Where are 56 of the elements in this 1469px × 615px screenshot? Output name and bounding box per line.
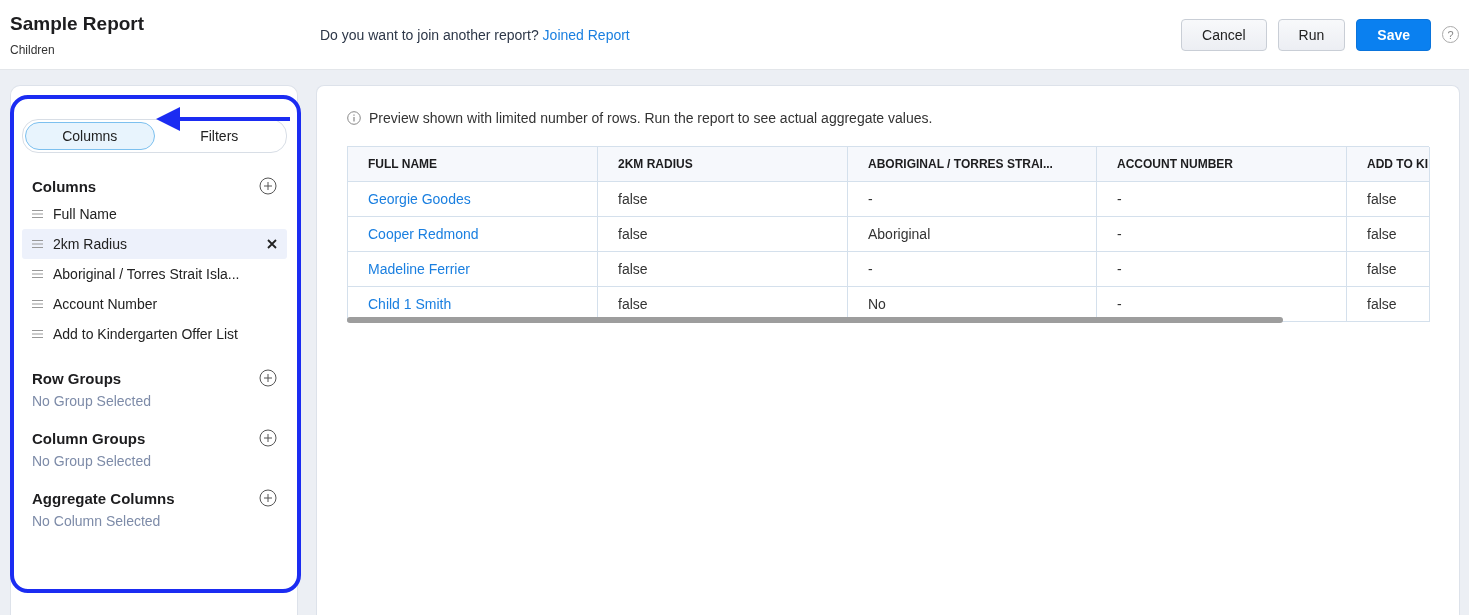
table-cell: false bbox=[1347, 182, 1430, 217]
info-icon bbox=[347, 111, 361, 125]
add-icon[interactable] bbox=[259, 429, 277, 447]
table-cell: false bbox=[1347, 252, 1430, 287]
name-link[interactable]: Georgie Goodes bbox=[368, 191, 471, 207]
report-title: Sample Report bbox=[10, 12, 146, 35]
name-link[interactable]: Madeline Ferrier bbox=[368, 261, 470, 277]
add-icon[interactable] bbox=[259, 369, 277, 387]
column-item[interactable]: Account Number bbox=[22, 289, 287, 319]
column-header: ADD TO KI bbox=[1347, 147, 1430, 182]
drag-handle-icon[interactable] bbox=[32, 240, 43, 248]
table-cell: false bbox=[598, 252, 848, 287]
table-cell: false bbox=[1347, 287, 1430, 322]
empty-state-text: No Group Selected bbox=[31, 393, 153, 409]
tab[interactable]: Filters bbox=[154, 122, 284, 150]
section-title: Row Groups bbox=[32, 369, 122, 387]
table-cell: - bbox=[1097, 182, 1347, 217]
name-link[interactable]: Cooper Redmond bbox=[368, 226, 479, 242]
table-cell: false bbox=[598, 217, 848, 252]
action-button[interactable]: Run bbox=[1277, 18, 1346, 51]
joined-report-link[interactable]: Joined Report bbox=[542, 26, 630, 43]
scrollbar[interactable] bbox=[347, 317, 1283, 323]
join-prompt: Do you want to join another report? Joined Report bbox=[320, 26, 631, 43]
table-cell: false bbox=[598, 182, 848, 217]
column-item[interactable]: Add to Kindergarten Offer List bbox=[22, 319, 287, 349]
empty-state-text: No Group Selected bbox=[31, 453, 153, 469]
drag-handle-icon[interactable] bbox=[32, 300, 43, 308]
drag-handle-icon[interactable] bbox=[32, 210, 43, 218]
drag-handle-icon[interactable] bbox=[32, 270, 43, 278]
save-button[interactable]: Save bbox=[1356, 18, 1431, 51]
tab[interactable]: Columns bbox=[25, 122, 155, 150]
name-link[interactable]: Child 1 Smith bbox=[368, 296, 452, 312]
preview-notice: Preview shown with limited number of rows. Run the report to see actual aggregate values. bbox=[369, 110, 933, 126]
add-icon[interactable] bbox=[259, 177, 277, 195]
column-item[interactable]: Full Name bbox=[22, 199, 287, 229]
section-title: Columns bbox=[32, 177, 97, 195]
table-cell: - bbox=[848, 252, 1097, 287]
table-cell: - bbox=[1097, 252, 1347, 287]
table-cell: - bbox=[848, 182, 1097, 217]
action-button[interactable]: Cancel bbox=[1181, 18, 1267, 51]
table-cell: - bbox=[1097, 217, 1347, 252]
report-subtitle: Children bbox=[10, 42, 56, 57]
drag-handle-icon[interactable] bbox=[32, 330, 43, 338]
section-title: Aggregate Columns bbox=[32, 489, 175, 507]
column-header: FULL NAME bbox=[348, 147, 598, 182]
section-title: Column Groups bbox=[32, 429, 146, 447]
close-icon[interactable] bbox=[267, 239, 277, 249]
empty-state-text: No Column Selected bbox=[31, 513, 162, 529]
column-header: ABORIGINAL / TORRES STRAI... bbox=[848, 147, 1097, 182]
add-icon[interactable] bbox=[259, 489, 277, 507]
column-header: 2KM RADIUS bbox=[598, 147, 848, 182]
column-header: ACCOUNT NUMBER bbox=[1097, 147, 1347, 182]
table-cell: Aboriginal bbox=[848, 217, 1097, 252]
table-cell: false bbox=[1347, 217, 1430, 252]
column-item[interactable]: 2km Radius bbox=[22, 229, 287, 259]
column-item[interactable]: Aboriginal / Torres Strait Isla... bbox=[22, 259, 287, 289]
